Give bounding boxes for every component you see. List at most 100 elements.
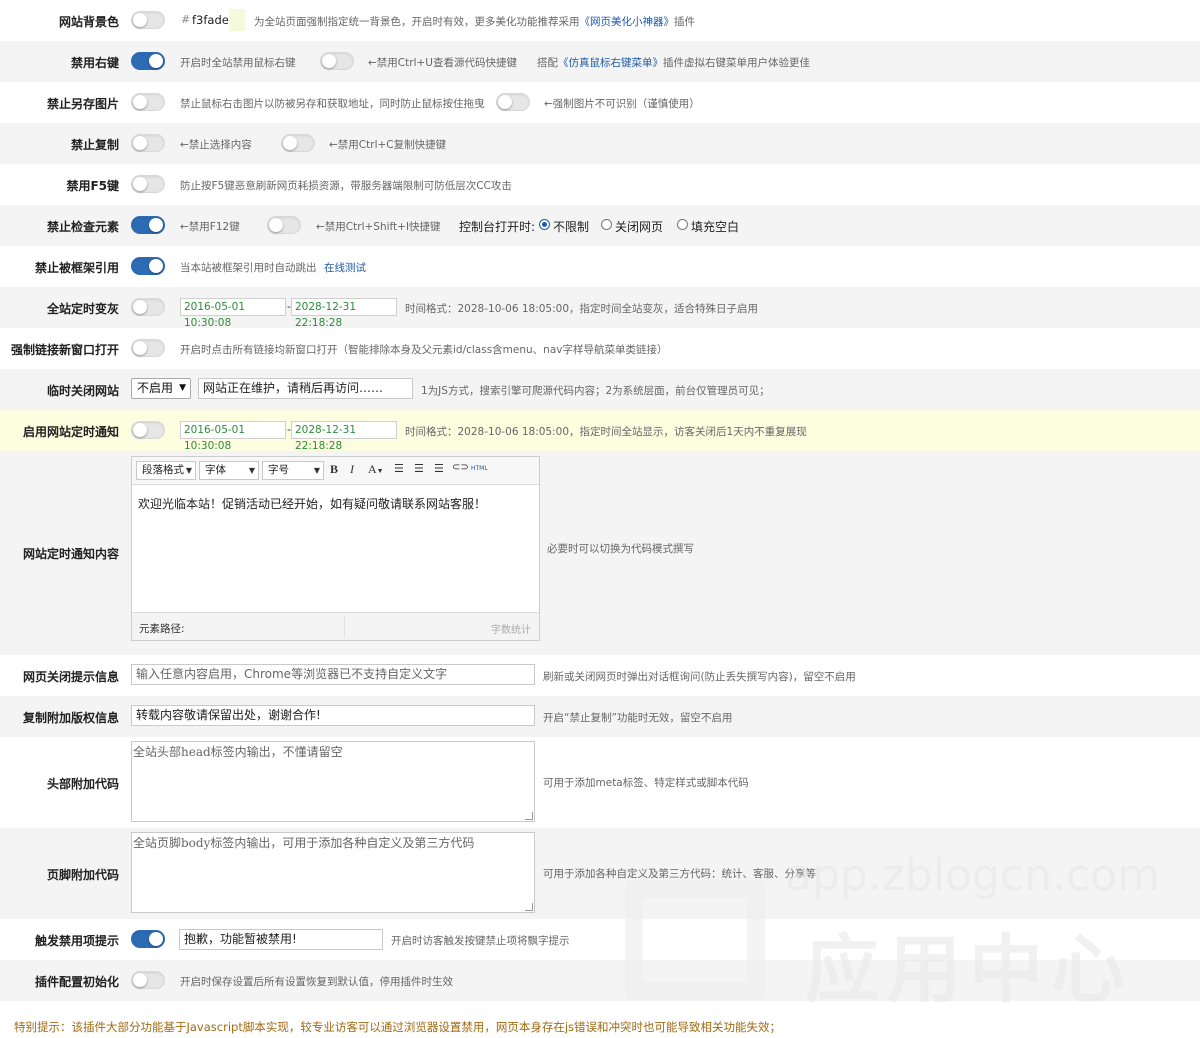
head-code-note: 可用于添加meta标签、特定样式或脚本代码 (543, 777, 749, 789)
label-copy: 禁止复制 (70, 138, 119, 152)
trigger-tip-toggle[interactable] (131, 930, 165, 948)
row-close-prompt: 网页关闭提示信息 输入任意内容启用，Chrome等浏览器已不支持自定义文字 刷新… (0, 655, 1200, 696)
copy-select-note: ←禁止选择内容 (180, 139, 252, 151)
reset-toggle[interactable] (131, 971, 165, 989)
inspect-toggle[interactable] (131, 216, 165, 234)
bold-button[interactable]: B (330, 462, 338, 477)
copy-toggle[interactable] (131, 134, 165, 152)
italic-button[interactable]: I (350, 462, 354, 477)
label-right-click: 禁用右键 (70, 56, 119, 70)
resize-handle-icon[interactable] (525, 812, 533, 820)
word-count-label: 字数统计 (491, 625, 531, 636)
ctrl-u-toggle[interactable] (320, 52, 354, 70)
row-new-window: 强制链接新窗口打开 开启时点击所有链接均新窗口打开（智能排除本身及父元素id/c… (0, 328, 1200, 369)
special-tip: 特别提示：该插件大部分功能基于Javascript脚本实现，较专业访客可以通过浏… (14, 1020, 782, 1034)
label-head-code: 头部附加代码 (46, 777, 119, 791)
right-click-note: 开启时全站禁用鼠标右键 (180, 57, 296, 69)
footer-divider (344, 616, 345, 638)
trigger-tip-note: 开启时访客触发按键禁止项将飘字提示 (391, 935, 570, 947)
font-color-button[interactable]: A▼ (368, 462, 384, 477)
close-site-select[interactable]: 不启用 ▼ (131, 378, 191, 399)
radio-no-limit[interactable] (539, 219, 550, 230)
ctrl-shift-i-note: ←禁用Ctrl+Shift+I快捷键 (316, 221, 441, 233)
row-trigger-tip: 触发禁用项提示 抱歉，功能暂被禁用! 开启时访客触发按键禁止项将飘字提示 (0, 919, 1200, 960)
align-right-icon[interactable]: ☰ (434, 462, 444, 475)
bg-color-toggle[interactable] (131, 11, 165, 29)
font-size-select[interactable]: 字号 ▼ (262, 461, 324, 480)
copyright-input[interactable]: 转载内容敬请保留出处，谢谢合作! (131, 705, 535, 726)
image-unrecognizable-note: ←强制图片不可识别（谨慎使用） (544, 98, 700, 110)
align-center-icon[interactable]: ☰ (414, 462, 424, 475)
save-image-toggle[interactable] (131, 93, 165, 111)
right-menu-plugin-link[interactable]: 《仿真鼠标右键菜单》 (558, 57, 663, 69)
label-reset: 插件配置初始化 (34, 975, 119, 989)
align-left-icon[interactable]: ☰ (394, 462, 404, 475)
chevron-down-icon: ▼ (179, 383, 186, 393)
radio-fill-blank[interactable] (677, 219, 688, 230)
ctrl-c-toggle[interactable] (281, 134, 315, 152)
radio-no-limit-label[interactable]: 不限制 (553, 218, 589, 235)
trigger-tip-input[interactable]: 抱歉，功能暂被禁用! (179, 929, 383, 950)
label-copyright: 复制附加版权信息 (22, 711, 119, 725)
row-copy: 禁止复制 ←禁止选择内容 ←禁用Ctrl+C复制快捷键 (0, 123, 1200, 164)
gray-toggle[interactable] (131, 298, 165, 316)
row-head-code: 头部附加代码 全站头部head标签内输出，不懂请留空 可用于添加meta标签、特… (0, 737, 1200, 828)
chevron-down-icon: ▼ (313, 466, 320, 475)
row-gray: 全站定时变灰 2016-05-01 10:30:08 - 2028-12-31 … (0, 287, 1200, 329)
paragraph-format-select[interactable]: 段落格式 ▼ (136, 461, 196, 480)
close-site-note: 1为JS方式，搜索引擎可爬源代码内容；2为系统层面，前台仅管理员可见； (421, 385, 770, 397)
frame-toggle[interactable] (131, 257, 165, 275)
console-label: 控制台打开时: (459, 220, 536, 234)
row-close-site: 临时关闭网站 不启用 ▼ 网站正在维护，请稍后再访问…… 1为JS方式，搜索引擎可… (0, 369, 1200, 410)
editor-footer: 元素路径: 字数统计 (132, 612, 539, 640)
radio-close-page[interactable] (601, 219, 612, 230)
foot-code-note: 可用于添加各种自定义及第三方代码：统计、客服、分享等 (543, 868, 816, 880)
f5-toggle[interactable] (131, 175, 165, 193)
label-notice-content: 网站定时通知内容 (22, 547, 119, 561)
ctrl-c-note: ←禁用Ctrl+C复制快捷键 (329, 139, 447, 151)
row-foot-code: 页脚附加代码 全站页脚body标签内输出，可用于添加各种自定义及第三方代码 可用… (0, 828, 1200, 919)
notice-end-input[interactable]: 2028-12-31 22:18:28 (291, 421, 397, 452)
right-menu-note: 搭配《仿真鼠标右键菜单》插件虚拟右键菜单用户体验更佳 (537, 57, 810, 69)
label-trigger-tip: 触发禁用项提示 (34, 934, 119, 948)
chevron-down-icon: ▼ (185, 466, 192, 475)
beautify-plugin-link[interactable]: 《网页美化小神器》 (580, 16, 675, 28)
close-prompt-input[interactable]: 输入任意内容启用，Chrome等浏览器已不支持自定义文字 (131, 664, 535, 685)
row-inspect: 禁止检查元素 ←禁用F12键 ←禁用Ctrl+Shift+I快捷键 控制台打开时… (0, 205, 1200, 246)
element-path-label: 元素路径: (139, 623, 185, 635)
foot-code-textarea[interactable]: 全站页脚body标签内输出，可用于添加各种自定义及第三方代码 (131, 832, 535, 913)
copyright-note: 开启“禁止复制”功能时无效，留空不启用 (543, 712, 733, 724)
new-window-toggle[interactable] (131, 339, 165, 357)
label-gray: 全站定时变灰 (46, 302, 119, 316)
resize-handle-icon[interactable] (525, 903, 533, 911)
html-source-button[interactable]: HTML (471, 465, 488, 472)
timed-notice-toggle[interactable] (131, 421, 165, 439)
rich-text-editor[interactable]: 段落格式 ▼ 字体 ▼ 字号 ▼ B I A▼ ☰ ☰ ☰ ⊂⊃ HTML 欢迎光临本… (131, 456, 540, 641)
editor-content[interactable]: 欢迎光临本站！促销活动已经开始，如有疑问敬请联系网站客服！ (138, 495, 486, 512)
font-family-select[interactable]: 字体 ▼ (199, 461, 259, 480)
frame-note: 当本站被框架引用时自动跳出 (180, 262, 317, 274)
label-bg-color: 网站背景色 (58, 15, 119, 29)
hash-symbol: # (181, 13, 191, 26)
gray-end-input[interactable]: 2028-12-31 22:18:28 (291, 298, 397, 329)
reset-note: 开启时保存设置后所有设置恢复到默认值，停用插件时生效 (180, 976, 453, 988)
right-click-toggle[interactable] (131, 52, 165, 70)
link-icon[interactable]: ⊂⊃ (452, 462, 469, 473)
row-right-click: 禁用右键 开启时全站禁用鼠标右键 ←禁用Ctrl+U查看源代码快捷键 搭配《仿真… (0, 41, 1200, 82)
radio-fill-blank-label[interactable]: 填充空白 (691, 218, 739, 235)
head-code-textarea[interactable]: 全站头部head标签内输出，不懂请留空 (131, 741, 535, 822)
close-site-message-input[interactable]: 网站正在维护，请稍后再访问…… (198, 378, 413, 399)
frame-test-link[interactable]: 在线测试 (324, 260, 366, 275)
row-f5: 禁用F5键 防止按F5键恶意刷新网页耗损资源，带服务器端限制可防低层次CC攻击 (0, 164, 1200, 205)
radio-close-page-label[interactable]: 关闭网页 (615, 218, 663, 235)
label-timed-notice: 启用网站定时通知 (22, 425, 119, 439)
image-unrecognizable-toggle[interactable] (496, 93, 530, 111)
bg-color-value[interactable]: f3fade (192, 13, 229, 27)
ctrl-shift-i-toggle[interactable] (267, 216, 301, 234)
label-frame: 禁止被框架引用 (34, 261, 119, 275)
row-bg-color: 网站背景色 # f3fade 为全站页面强制指定统一背景色，开启时有效，更多美化… (0, 0, 1200, 41)
bg-color-swatch[interactable] (229, 9, 245, 31)
notice-start-input[interactable]: 2016-05-01 10:30:08 (180, 421, 286, 452)
label-foot-code: 页脚附加代码 (46, 868, 119, 882)
gray-start-input[interactable]: 2016-05-01 10:30:08 (180, 298, 286, 329)
